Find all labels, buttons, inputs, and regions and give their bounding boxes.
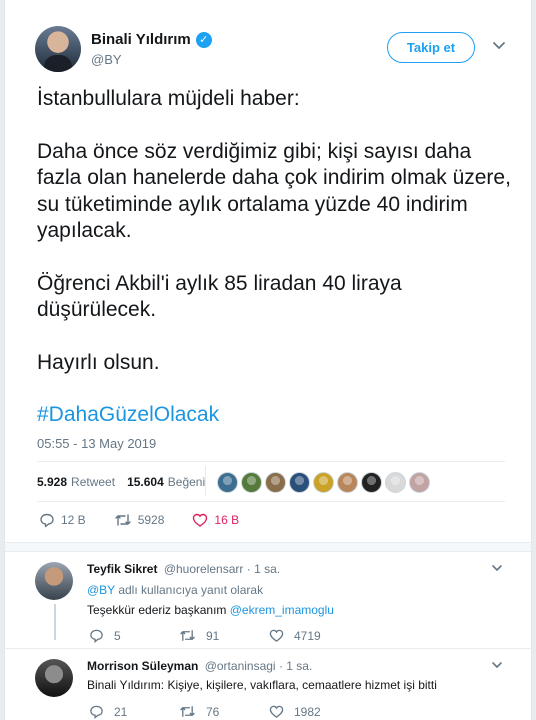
retweet-button[interactable]: 91 xyxy=(179,628,269,643)
reply-time[interactable]: · 1 sa. xyxy=(279,659,312,673)
reply-count: 12 B xyxy=(61,513,86,527)
tweet-text: İstanbullulara müjdeli haber: Daha önce … xyxy=(37,86,517,429)
reply-avatar[interactable] xyxy=(35,562,73,600)
heart-icon xyxy=(193,513,208,527)
chevron-down-icon[interactable] xyxy=(491,562,503,577)
reply-to-mention[interactable]: @BY xyxy=(87,583,115,597)
chevron-down-icon[interactable] xyxy=(492,38,506,52)
liker-avatar[interactable] xyxy=(409,472,430,493)
divider xyxy=(205,466,206,496)
reply-text: Teşekkür ederiz başkanım @ekrem_imamoglu xyxy=(87,603,334,617)
tweet-actions: 12 B 5928 16 B xyxy=(39,512,267,528)
liker-avatar[interactable] xyxy=(313,472,334,493)
reply-author-handle[interactable]: @ortaninsagi xyxy=(205,659,276,673)
retweet-count: 76 xyxy=(206,704,220,719)
like-button[interactable]: 16 B xyxy=(192,512,239,528)
liker-avatar[interactable] xyxy=(241,472,262,493)
retweet-icon xyxy=(180,630,195,641)
like-button[interactable]: 4719 xyxy=(269,628,359,643)
like-count: 4719 xyxy=(294,628,321,643)
reply-text: Binali Yıldırım: Kişiye, kişilere, vakıf… xyxy=(87,678,437,692)
tweet-paragraph: Daha önce söz verdiğimiz gibi; kişi sayı… xyxy=(37,139,511,243)
reply-button[interactable]: 5 xyxy=(89,628,179,643)
reply-actions: 21 76 1982 xyxy=(89,704,359,719)
liker-avatar[interactable] xyxy=(385,472,406,493)
like-label[interactable]: Beğeni xyxy=(168,475,205,489)
liker-avatar[interactable] xyxy=(217,472,238,493)
tweet-timestamp[interactable]: 05:55 - 13 May 2019 xyxy=(37,436,156,451)
follow-button[interactable]: Takip et xyxy=(387,32,475,63)
reply-avatar[interactable] xyxy=(35,659,73,697)
liker-avatar[interactable] xyxy=(361,472,382,493)
author-name-row[interactable]: Binali Yıldırım ✓ xyxy=(91,31,212,48)
like-action-count: 16 B xyxy=(214,513,240,527)
reply-icon xyxy=(90,629,103,643)
tweet-paragraph: İstanbullulara müjdeli haber: xyxy=(37,87,300,110)
mention-link[interactable]: @ekrem_imamoglu xyxy=(230,603,334,617)
reply-author-handle[interactable]: @huorelensarr xyxy=(164,562,244,576)
tweet-paragraph: Öğrenci Akbil'i aylık 85 liradan 40 lira… xyxy=(37,271,402,322)
retweet-label[interactable]: Retweet xyxy=(71,475,115,489)
reply-author-name[interactable]: Teyfik Sikret xyxy=(87,562,157,576)
liker-avatar[interactable] xyxy=(265,472,286,493)
reply-name-row: Teyfik Sikret @huorelensarr · 1 sa. xyxy=(87,562,280,576)
divider xyxy=(37,461,505,462)
divider xyxy=(37,501,505,502)
verified-badge-icon: ✓ xyxy=(195,31,212,48)
divider xyxy=(5,648,531,649)
liker-avatars xyxy=(217,472,430,493)
retweet-icon xyxy=(114,514,131,526)
reply-count: 21 xyxy=(114,704,128,719)
reply-icon xyxy=(90,705,103,719)
reply-name-row: Morrison Süleyman @ortaninsagi · 1 sa. xyxy=(87,659,312,673)
like-count[interactable]: 15.604 xyxy=(127,475,164,489)
tweet-header: Binali Yıldırım ✓ @BY Takip et xyxy=(35,26,505,74)
divider xyxy=(5,542,531,552)
reply-count: 5 xyxy=(114,628,121,643)
like-button[interactable]: 1982 xyxy=(269,704,359,719)
heart-icon xyxy=(269,705,284,718)
reply-button[interactable]: 21 xyxy=(89,704,179,719)
heart-icon xyxy=(269,629,284,642)
reply-icon xyxy=(40,513,54,528)
reply-time[interactable]: · 1 sa. xyxy=(247,562,280,576)
retweet-button[interactable]: 5928 xyxy=(114,512,165,528)
hashtag-link[interactable]: #DahaGüzelOlacak xyxy=(37,402,517,429)
retweet-button[interactable]: 76 xyxy=(179,704,269,719)
retweet-count: 91 xyxy=(206,628,220,643)
chevron-down-icon[interactable] xyxy=(491,659,503,674)
author-avatar[interactable] xyxy=(35,26,81,72)
reply-to-line: @BY adlı kullanıcıya yanıt olarak xyxy=(87,583,263,597)
reply-text-body: Teşekkür ederiz başkanım xyxy=(87,603,230,617)
author-handle[interactable]: @BY xyxy=(91,52,122,67)
thread-line xyxy=(54,604,56,640)
retweet-icon xyxy=(180,706,195,717)
like-count: 1982 xyxy=(294,704,321,719)
reply-author-name[interactable]: Morrison Süleyman xyxy=(87,659,198,673)
reply-to-text: adlı kullanıcıya yanıt olarak xyxy=(114,583,264,597)
author-name[interactable]: Binali Yıldırım xyxy=(91,31,191,48)
tweet-card: Binali Yıldırım ✓ @BY Takip et İstanbull… xyxy=(4,0,532,720)
tweet-stats: 5.928 Retweet 15.604 Beğeni xyxy=(37,470,205,494)
reply-button[interactable]: 12 B xyxy=(39,512,86,528)
liker-avatar[interactable] xyxy=(337,472,358,493)
retweet-action-count: 5928 xyxy=(137,513,165,527)
retweet-count[interactable]: 5.928 xyxy=(37,475,67,489)
liker-avatar[interactable] xyxy=(289,472,310,493)
tweet-paragraph: Hayırlı olsun. xyxy=(37,350,160,374)
reply-actions: 5 91 4719 xyxy=(89,628,359,643)
